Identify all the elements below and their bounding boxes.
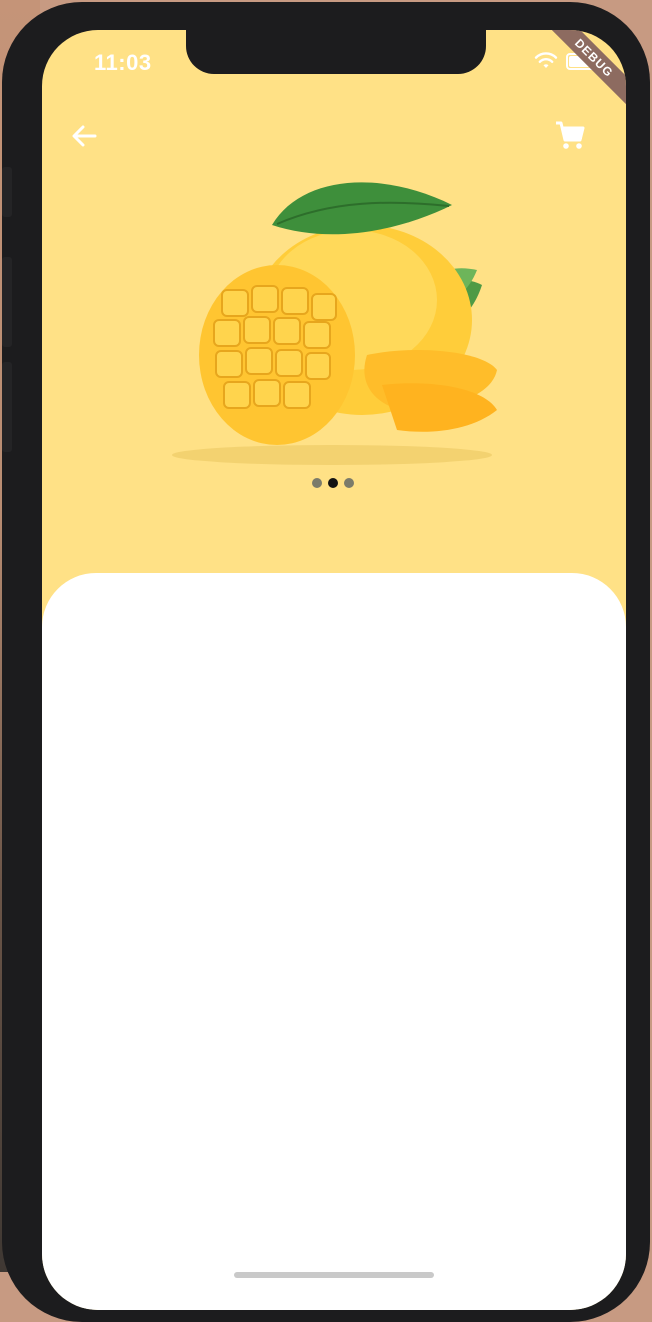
volume-down-button bbox=[2, 362, 12, 452]
back-button[interactable] bbox=[66, 118, 102, 154]
volume-up-button bbox=[2, 257, 12, 347]
shopping-cart-icon bbox=[556, 121, 585, 149]
app-screen: 11:03 DEBUG bbox=[42, 30, 626, 1310]
phone-frame: 11:03 DEBUG bbox=[2, 2, 650, 1322]
wifi-icon bbox=[534, 52, 558, 68]
home-indicator[interactable] bbox=[234, 1272, 434, 1278]
notch bbox=[186, 30, 486, 74]
mango-image bbox=[172, 182, 497, 465]
carousel-dot[interactable] bbox=[312, 478, 322, 488]
carousel-dot-active[interactable] bbox=[328, 478, 338, 488]
cart-button[interactable] bbox=[552, 118, 588, 154]
status-time: 11:03 bbox=[94, 50, 152, 75]
carousel-indicator bbox=[312, 478, 354, 488]
arrow-left-icon bbox=[72, 125, 97, 147]
debug-banner: DEBUG bbox=[537, 30, 626, 115]
details-card bbox=[42, 573, 626, 1310]
mute-switch bbox=[2, 167, 12, 217]
carousel-dot[interactable] bbox=[344, 478, 354, 488]
